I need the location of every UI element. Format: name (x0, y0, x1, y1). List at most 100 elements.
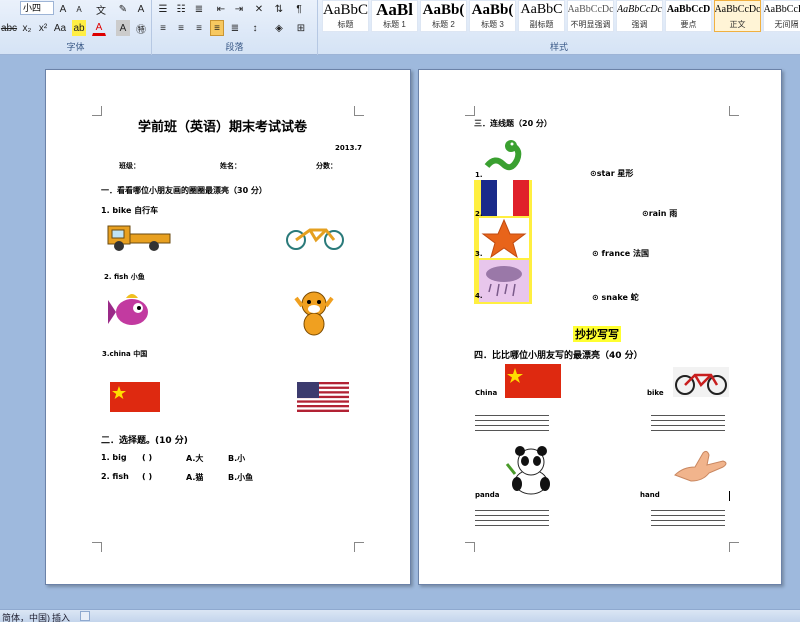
hand-image (674, 450, 727, 482)
page-1[interactable]: 学前班（英语）期末考试试卷 2013.7 班级： 姓名： 分数： 一．看看哪位小… (45, 69, 411, 585)
writing-lines-hand[interactable] (651, 510, 725, 530)
margin-mark (354, 106, 364, 116)
grow-font-icon[interactable]: A (56, 1, 70, 17)
line-spacing-icon[interactable]: ↕ (248, 20, 262, 36)
document-area[interactable]: 学前班（英语）期末考试试卷 2013.7 班级： 姓名： 分数： 一．看看哪位小… (0, 56, 800, 609)
decrease-indent-icon[interactable]: ⇤ (214, 1, 228, 17)
subscript-icon[interactable]: x₂ (20, 20, 34, 36)
choice-2-blank[interactable]: ( ) (142, 472, 152, 481)
question-fish: 2. fish 小鱼 (104, 273, 145, 281)
text-cursor (729, 491, 730, 501)
section-2-heading: 二．选择题。(10 分) (101, 436, 188, 446)
rain-image (479, 260, 529, 302)
style-normal[interactable]: AaBbCcDc 正文 (714, 0, 761, 32)
margin-mark (729, 542, 739, 552)
char-border-icon[interactable]: A (134, 1, 148, 17)
style-title[interactable]: AaBbC 标题 (322, 0, 369, 32)
style-heading-2[interactable]: AaBb(标题 2 (420, 0, 467, 32)
insert-mode-status[interactable]: 插入 (52, 611, 70, 622)
truck-image (107, 225, 171, 251)
status-bar: 简体，中国) 插入 (0, 609, 800, 622)
bullets-icon[interactable]: ☰ (156, 1, 170, 17)
language-status[interactable]: 简体，中国) (2, 611, 50, 622)
label-hand: hand (640, 491, 660, 499)
align-left-icon[interactable]: ≡ (156, 20, 170, 36)
numbering-icon[interactable]: ☷ (174, 1, 188, 17)
choice-1-option-b: B.小 (228, 454, 246, 463)
margin-mark (92, 542, 102, 552)
margin-mark (465, 106, 475, 116)
bicycle-image (286, 228, 344, 250)
increase-indent-icon[interactable]: ⇥ (232, 1, 246, 17)
snake-image (484, 140, 522, 171)
change-case-icon[interactable]: Aa (52, 20, 68, 36)
justify-icon[interactable]: ≡ (210, 20, 224, 36)
clear-format-icon[interactable]: ✎ (116, 1, 130, 17)
score-label: 分数： (316, 162, 337, 170)
ribbon: 小四 A A 文 ✎ A abc x₂ x² Aa ab A A ㊕ 字体 ☰ … (0, 0, 800, 55)
char-shading-icon[interactable]: A (116, 20, 130, 36)
style-strong[interactable]: AaBbCcD 要点 (665, 0, 712, 32)
style-subtitle[interactable]: AaBbC 副标题 (518, 0, 565, 32)
choice-1-option-a: A.大 (186, 454, 204, 463)
style-heading-3[interactable]: AaBb(标题 3 (469, 0, 516, 32)
writing-lines-bike[interactable] (651, 415, 725, 435)
question-china: 3.china 中国 (102, 350, 148, 358)
choice-2-option-a: A.猫 (186, 473, 204, 482)
margin-mark (729, 106, 739, 116)
writing-lines-panda[interactable] (475, 510, 549, 530)
enclose-char-icon[interactable]: ㊕ (134, 20, 148, 36)
show-marks-icon[interactable]: ¶ (292, 1, 306, 17)
question-bike: 1. bike 自行车 (101, 206, 159, 215)
styles-group-label: 样式 (549, 42, 568, 52)
section-1-heading: 一．看看哪位小朋友画的圈圈最漂亮（30 分） (101, 186, 267, 195)
tiger-image (294, 291, 334, 336)
font-size-select[interactable]: 小四 (20, 1, 54, 15)
highlight-icon[interactable]: ab (72, 20, 86, 36)
copy-write-banner: 抄抄写写 (573, 326, 621, 342)
star-image (479, 218, 529, 258)
label-bike: bike (647, 389, 664, 397)
section-3-heading: 三．连线题（20 分） (474, 119, 552, 128)
choice-1-blank[interactable]: ( ) (142, 453, 152, 462)
match-number-2: 2. (475, 210, 483, 218)
panda-image (505, 446, 550, 495)
sort-icon[interactable]: ⇅ (272, 1, 286, 17)
page-2[interactable]: 三．连线题（20 分） 1. 2. 3. 4. ⊙star 星形 ⊙rain 雨… (418, 69, 782, 585)
multilevel-list-icon[interactable]: ≣ (192, 1, 206, 17)
align-center-icon[interactable]: ≡ (174, 20, 188, 36)
paragraph-group: ☰ ☷ ≣ ⇤ ⇥ ✕ ⇅ ¶ ≡ ≡ ≡ ≡ ≣ ↕ ◈ ⊞ 段落 (152, 0, 318, 55)
style-subtle-emphasis[interactable]: AaBbCcDc 不明显强调 (567, 0, 614, 32)
style-heading-1[interactable]: AaBl 标题 1 (371, 0, 418, 32)
borders-icon[interactable]: ⊞ (292, 20, 310, 36)
choice-1-word: 1. big (101, 453, 127, 462)
phonetic-guide-icon[interactable]: 文 (94, 1, 108, 17)
font-color-icon[interactable]: A (92, 20, 106, 36)
match-word-rain[interactable]: ⊙rain 雨 (642, 208, 677, 219)
superscript-icon[interactable]: x² (36, 20, 50, 36)
exam-title: 学前班（英语）期末考试试卷 (138, 120, 308, 135)
usa-flag-image (297, 382, 349, 412)
match-word-snake[interactable]: ⊙ snake 蛇 (592, 292, 639, 303)
france-flag-image (481, 180, 529, 216)
match-word-star[interactable]: ⊙star 星形 (590, 168, 633, 179)
distribute-icon[interactable]: ≣ (228, 20, 242, 36)
label-panda: panda (475, 491, 500, 499)
section-4-heading: 四．比比哪位小朋友写的最漂亮（40 分） (474, 351, 643, 361)
align-right-icon[interactable]: ≡ (192, 20, 206, 36)
font-group-label: 字体 (66, 42, 85, 52)
paragraph-group-label: 段落 (225, 42, 244, 52)
macro-record-icon[interactable] (80, 611, 90, 621)
match-word-france[interactable]: ⊙ france 法国 (592, 248, 649, 259)
shrink-font-icon[interactable]: A (72, 1, 86, 17)
chinese-layout-icon[interactable]: ✕ (252, 1, 266, 17)
name-label: 姓名： (220, 162, 241, 170)
match-number-4: 4. (475, 292, 483, 300)
strikethrough-icon[interactable]: abc (1, 20, 17, 36)
style-emphasis[interactable]: AaBbCcDc 强调 (616, 0, 663, 32)
style-no-spacing[interactable]: AaBbCcDc无间隔 (763, 0, 800, 32)
label-china: China (475, 389, 498, 397)
shading-icon[interactable]: ◈ (270, 20, 288, 36)
font-group: 小四 A A 文 ✎ A abc x₂ x² Aa ab A A ㊕ 字体 (0, 0, 152, 55)
writing-lines-china[interactable] (475, 415, 549, 435)
